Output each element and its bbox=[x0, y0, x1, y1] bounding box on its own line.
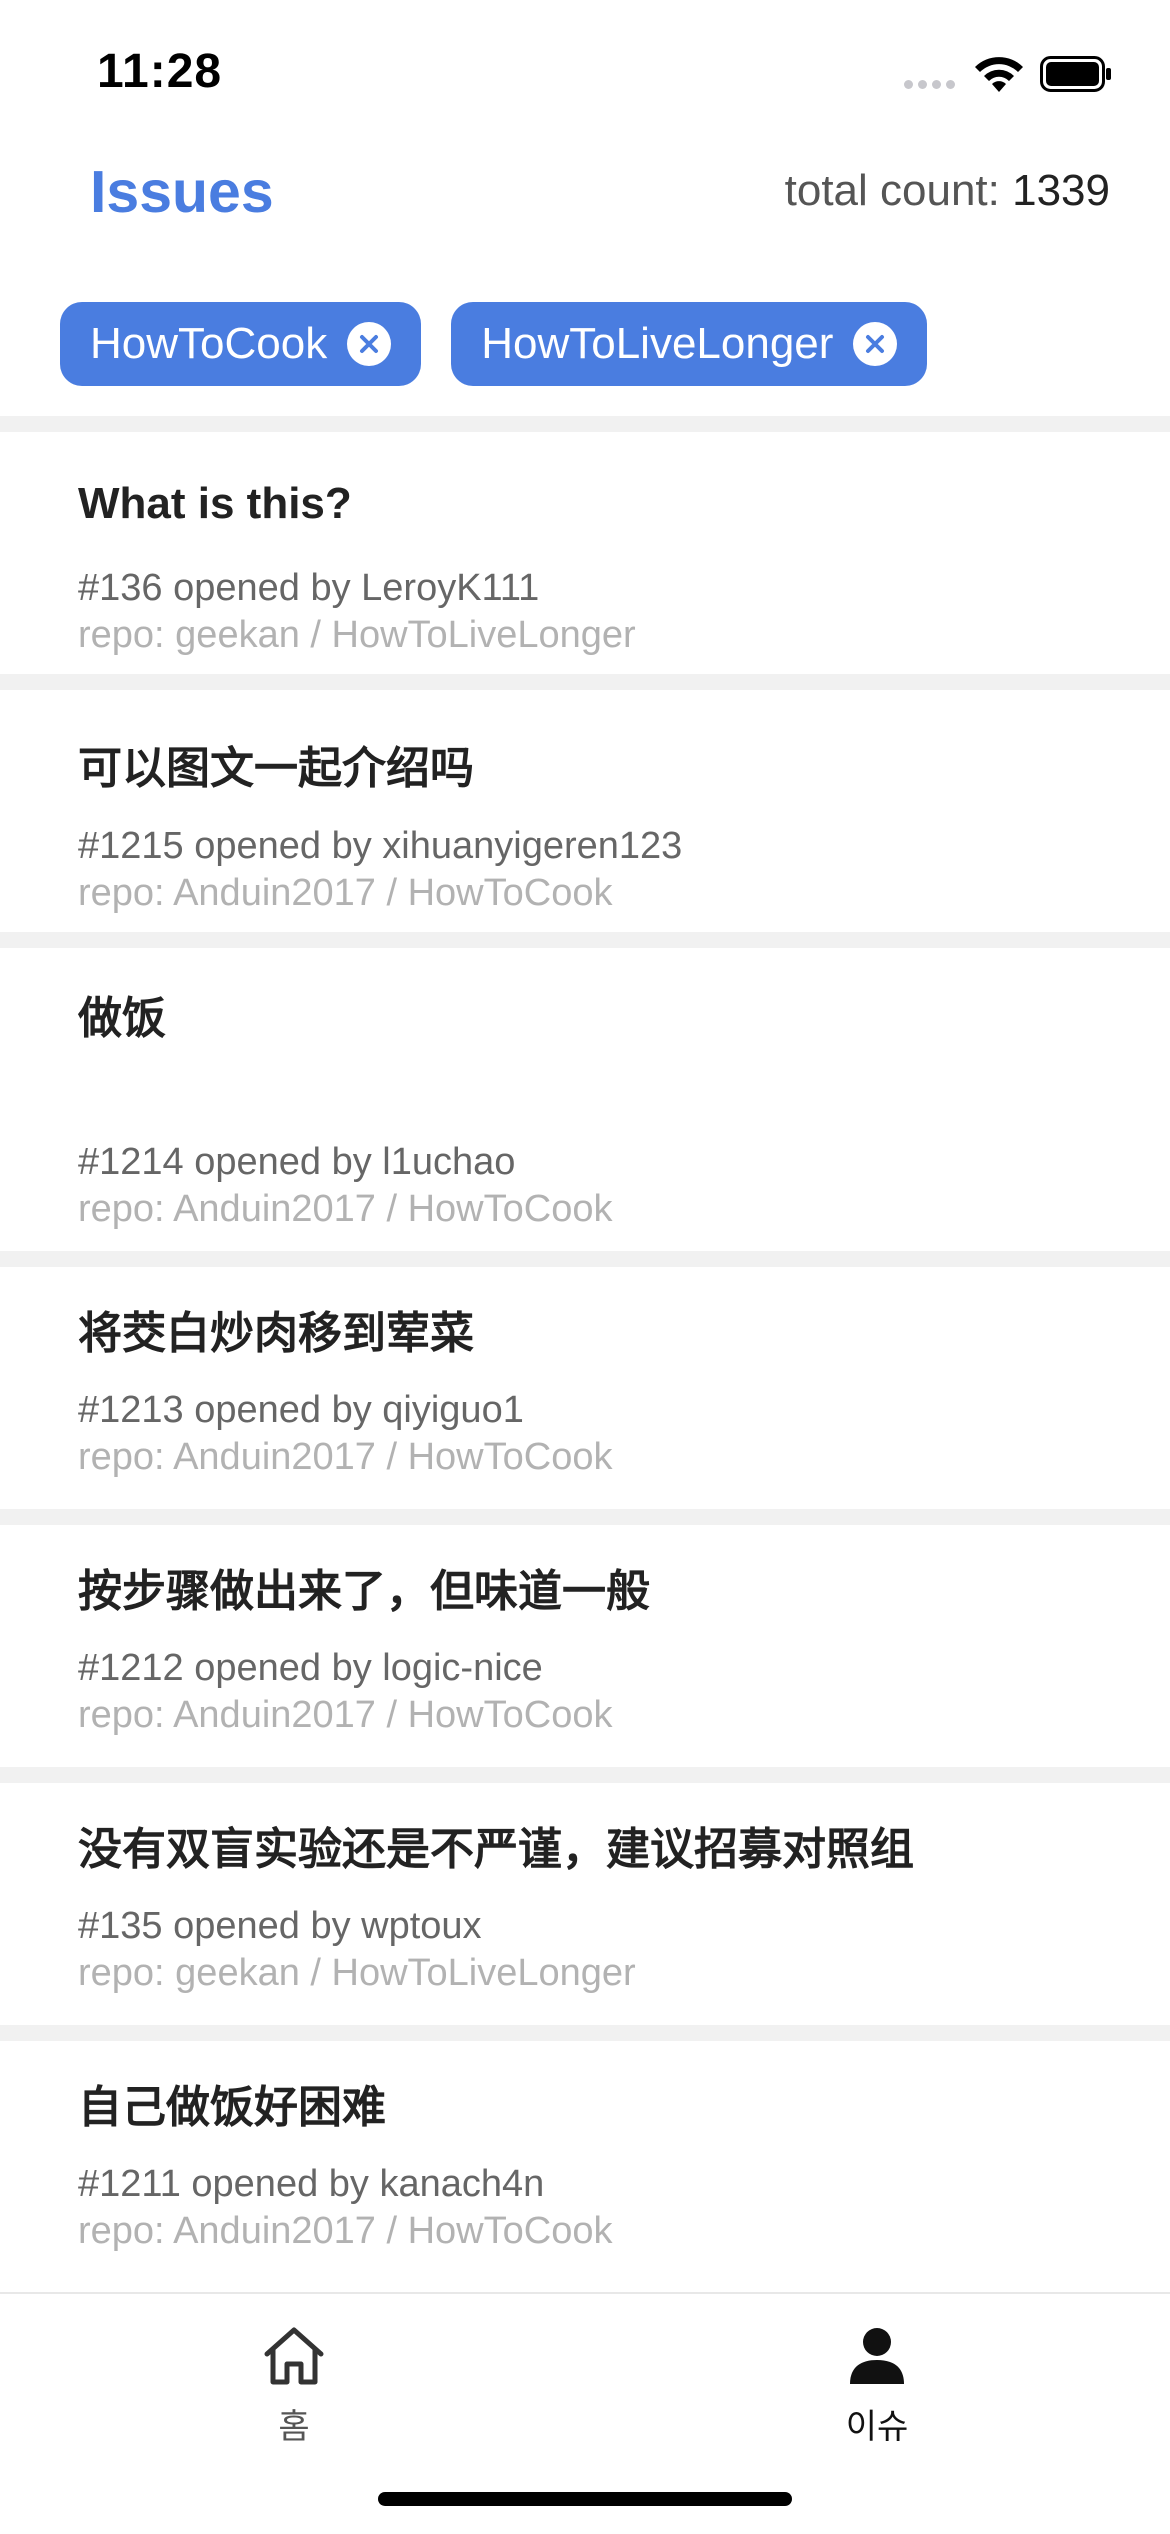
issue-repo: repo: Anduin2017 / HowToCook bbox=[78, 872, 613, 914]
battery-icon bbox=[1040, 56, 1111, 92]
tab-label: 이슈 bbox=[845, 2407, 909, 2447]
tab-issues[interactable]: 이슈 bbox=[797, 2324, 957, 2448]
issue-meta: #136 opened by LeroyK111 bbox=[78, 567, 540, 609]
list-separator bbox=[0, 1251, 1170, 1267]
filter-chips: HowToCook HowToLiveLonger bbox=[60, 302, 928, 386]
issue-row[interactable]: 没有双盲实验还是不严谨，建议招募对照组 #135 opened by wptou… bbox=[0, 1783, 1170, 2025]
status-time: 11:28 bbox=[97, 45, 223, 98]
list-separator bbox=[0, 932, 1170, 948]
issue-row[interactable]: What is this? #136 opened by LeroyK111 r… bbox=[0, 432, 1170, 674]
list-separator bbox=[0, 2025, 1170, 2041]
tab-label: 홈 bbox=[278, 2407, 310, 2447]
close-circle-icon[interactable] bbox=[347, 322, 392, 366]
issue-repo: repo: Anduin2017 / HowToCook bbox=[78, 2210, 613, 2252]
filter-chip-label: HowToLiveLonger bbox=[481, 319, 834, 368]
total-count: total count: 1339 bbox=[785, 166, 1110, 216]
issue-row[interactable]: 做饭 #1214 opened by l1uchao repo: Anduin2… bbox=[0, 948, 1170, 1251]
issue-repo: repo: geekan / HowToLiveLonger bbox=[78, 614, 636, 656]
issue-row[interactable]: 将茭白炒肉移到荤菜 #1213 opened by qiyiguo1 repo:… bbox=[0, 1267, 1170, 1509]
status-bar: 11:28 bbox=[0, 0, 1170, 140]
list-separator bbox=[0, 1767, 1170, 1783]
issue-row[interactable]: 按步骤做出来了，但味道一般 #1212 opened by logic-nice… bbox=[0, 1525, 1170, 1767]
total-count-value: 1339 bbox=[1012, 166, 1110, 215]
issue-title: 按步骤做出来了，但味道一般 bbox=[78, 1567, 650, 1616]
issue-title: What is this? bbox=[78, 479, 352, 528]
issue-title: 做饭 bbox=[78, 994, 166, 1043]
list-separator bbox=[0, 416, 1170, 432]
total-count-label: total count: bbox=[784, 166, 1013, 215]
issue-repo: repo: geekan / HowToLiveLonger bbox=[78, 1952, 636, 1994]
person-icon bbox=[850, 2328, 904, 2384]
issue-meta: #1211 opened by kanach4n bbox=[78, 2163, 545, 2205]
header: Issues total count: 1339 bbox=[0, 150, 1170, 240]
filter-chip-howtocook[interactable]: HowToCook bbox=[60, 302, 422, 386]
issue-meta: #135 opened by wptoux bbox=[78, 1905, 482, 1947]
issue-title: 可以图文一起介绍吗 bbox=[78, 744, 474, 793]
home-indicator[interactable] bbox=[378, 2492, 792, 2506]
issue-repo: repo: Anduin2017 / HowToCook bbox=[78, 1436, 613, 1478]
issue-row[interactable]: 可以图文一起介绍吗 #1215 opened by xihuanyigeren1… bbox=[0, 690, 1170, 932]
issue-title: 自己做饭好困难 bbox=[78, 2083, 386, 2132]
filter-chip-label: HowToCook bbox=[90, 319, 328, 368]
issue-repo: repo: Anduin2017 / HowToCook bbox=[78, 1694, 613, 1736]
filter-chip-howtolivelonger[interactable]: HowToLiveLonger bbox=[451, 302, 928, 386]
issue-meta: #1215 opened by xihuanyigeren123 bbox=[78, 825, 683, 867]
cellular-signal-icon bbox=[904, 80, 955, 89]
issue-title: 没有双盲实验还是不严谨，建议招募对照组 bbox=[78, 1825, 914, 1874]
wifi-icon bbox=[975, 57, 1023, 92]
issue-meta: #1213 opened by qiyiguo1 bbox=[78, 1389, 524, 1431]
home-icon bbox=[264, 2327, 324, 2385]
close-circle-icon[interactable] bbox=[853, 322, 898, 366]
issue-meta: #1214 opened by l1uchao bbox=[78, 1141, 516, 1183]
issue-list: What is this? #136 opened by LeroyK111 r… bbox=[0, 416, 1170, 2283]
page-title: Issues bbox=[90, 159, 274, 225]
issue-repo: repo: Anduin2017 / HowToCook bbox=[78, 1188, 613, 1230]
issue-row[interactable]: 自己做饭好困难 #1211 opened by kanach4n repo: A… bbox=[0, 2041, 1170, 2283]
issue-meta: #1212 opened by logic-nice bbox=[78, 1647, 543, 1689]
list-separator bbox=[0, 1509, 1170, 1525]
list-separator bbox=[0, 674, 1170, 690]
tab-home[interactable]: 홈 bbox=[214, 2324, 374, 2448]
issue-title: 将茭白炒肉移到荤菜 bbox=[78, 1309, 474, 1358]
